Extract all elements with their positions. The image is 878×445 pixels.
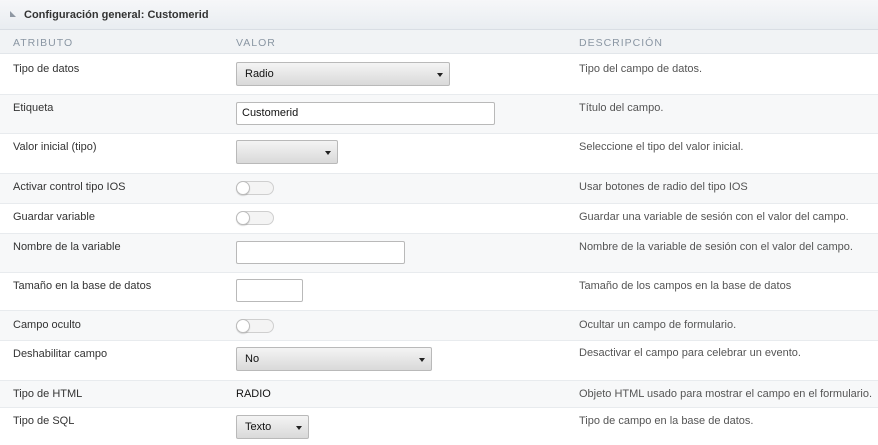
row-deshabilitar-campo: Deshabilitar campo No Desactivar el camp… (0, 341, 878, 381)
attribute-description: Desactivar el campo para celebrar un eve… (579, 347, 801, 359)
chevron-down-icon (325, 151, 331, 155)
select-value: Radio (245, 68, 274, 80)
label-input[interactable]: Customerid (236, 102, 495, 125)
ios-control-toggle[interactable] (236, 181, 274, 195)
initial-value-type-select[interactable] (236, 140, 338, 164)
panel-title: Configuración general: Customerid (24, 8, 209, 21)
attribute-description: Seleccione el tipo del valor inicial. (579, 141, 744, 153)
attribute-description: Tamaño de los campos en la base de datos (579, 280, 792, 292)
select-value: No (245, 353, 260, 365)
attribute-label: Etiqueta (13, 102, 54, 114)
column-headers: ATRIBUTO VALOR DESCRIPCIÓN (0, 30, 878, 54)
attribute-description: Nombre de la variable de sesión con el v… (579, 241, 853, 253)
attribute-label: Tipo de datos (13, 63, 80, 75)
attribute-label: Deshabilitar campo (13, 348, 108, 360)
attribute-description: Tipo del campo de datos. (579, 63, 703, 75)
save-variable-toggle[interactable] (236, 211, 274, 225)
disable-field-select[interactable]: No (236, 347, 432, 371)
select-value: Texto (245, 421, 272, 433)
chevron-down-icon (419, 358, 425, 362)
data-type-select[interactable]: Radio (236, 62, 450, 86)
row-guardar-variable: Guardar variable Guardar una variable de… (0, 204, 878, 234)
column-header-value: VALOR (236, 37, 276, 49)
toggle-knob (236, 211, 250, 225)
attribute-description: Ocultar un campo de formulario. (579, 319, 737, 331)
attribute-description: Tipo de campo en la base de datos. (579, 415, 754, 427)
column-header-description: DESCRIPCIÓN (579, 37, 663, 49)
toggle-knob (236, 319, 250, 333)
row-tamano-bd: Tamaño en la base de datos Tamaño de los… (0, 273, 878, 311)
row-valor-inicial: Valor inicial (tipo) Seleccione el tipo … (0, 134, 878, 174)
attribute-label: Campo oculto (13, 319, 81, 331)
attribute-description: Objeto HTML usado para mostrar el campo … (579, 388, 873, 400)
row-nombre-variable: Nombre de la variable Nombre de la varia… (0, 234, 878, 273)
row-tipo-de-datos: Tipo de datos Radio Tipo del campo de da… (0, 55, 878, 95)
attribute-label: Guardar variable (13, 211, 95, 223)
chevron-down-icon (296, 426, 302, 430)
attribute-label: Tipo de SQL (13, 415, 75, 427)
row-tipo-sql: Tipo de SQL Texto Tipo de campo en la ba… (0, 408, 878, 445)
row-etiqueta: Etiqueta Customerid Título del campo. (0, 95, 878, 134)
attribute-description: Guardar una variable de sesión con el va… (579, 211, 849, 223)
attribute-label: Nombre de la variable (13, 241, 121, 253)
attribute-label: Valor inicial (tipo) (13, 141, 97, 153)
attribute-label: Tipo de HTML (13, 388, 83, 400)
attribute-label: Tamaño en la base de datos (13, 280, 152, 292)
chevron-down-icon (437, 73, 443, 77)
sql-type-select[interactable]: Texto (236, 415, 309, 439)
attribute-description: Título del campo. (579, 102, 664, 114)
variable-name-input[interactable] (236, 241, 405, 264)
panel-header[interactable]: Configuración general: Customerid (0, 0, 878, 30)
row-tipo-html: Tipo de HTML RADIO Objeto HTML usado par… (0, 381, 878, 408)
toggle-knob (236, 181, 250, 195)
collapse-triangle-icon[interactable] (10, 11, 18, 19)
attribute-label: Activar control tipo IOS (13, 181, 126, 193)
attribute-description: Usar botones de radio del tipo IOS (579, 181, 748, 193)
row-activar-ios: Activar control tipo IOS Usar botones de… (0, 174, 878, 204)
html-type-value: RADIO (236, 388, 271, 400)
row-campo-oculto: Campo oculto Ocultar un campo de formula… (0, 311, 878, 341)
db-size-input[interactable] (236, 279, 303, 302)
hidden-field-toggle[interactable] (236, 319, 274, 333)
column-header-attribute: ATRIBUTO (13, 37, 74, 49)
